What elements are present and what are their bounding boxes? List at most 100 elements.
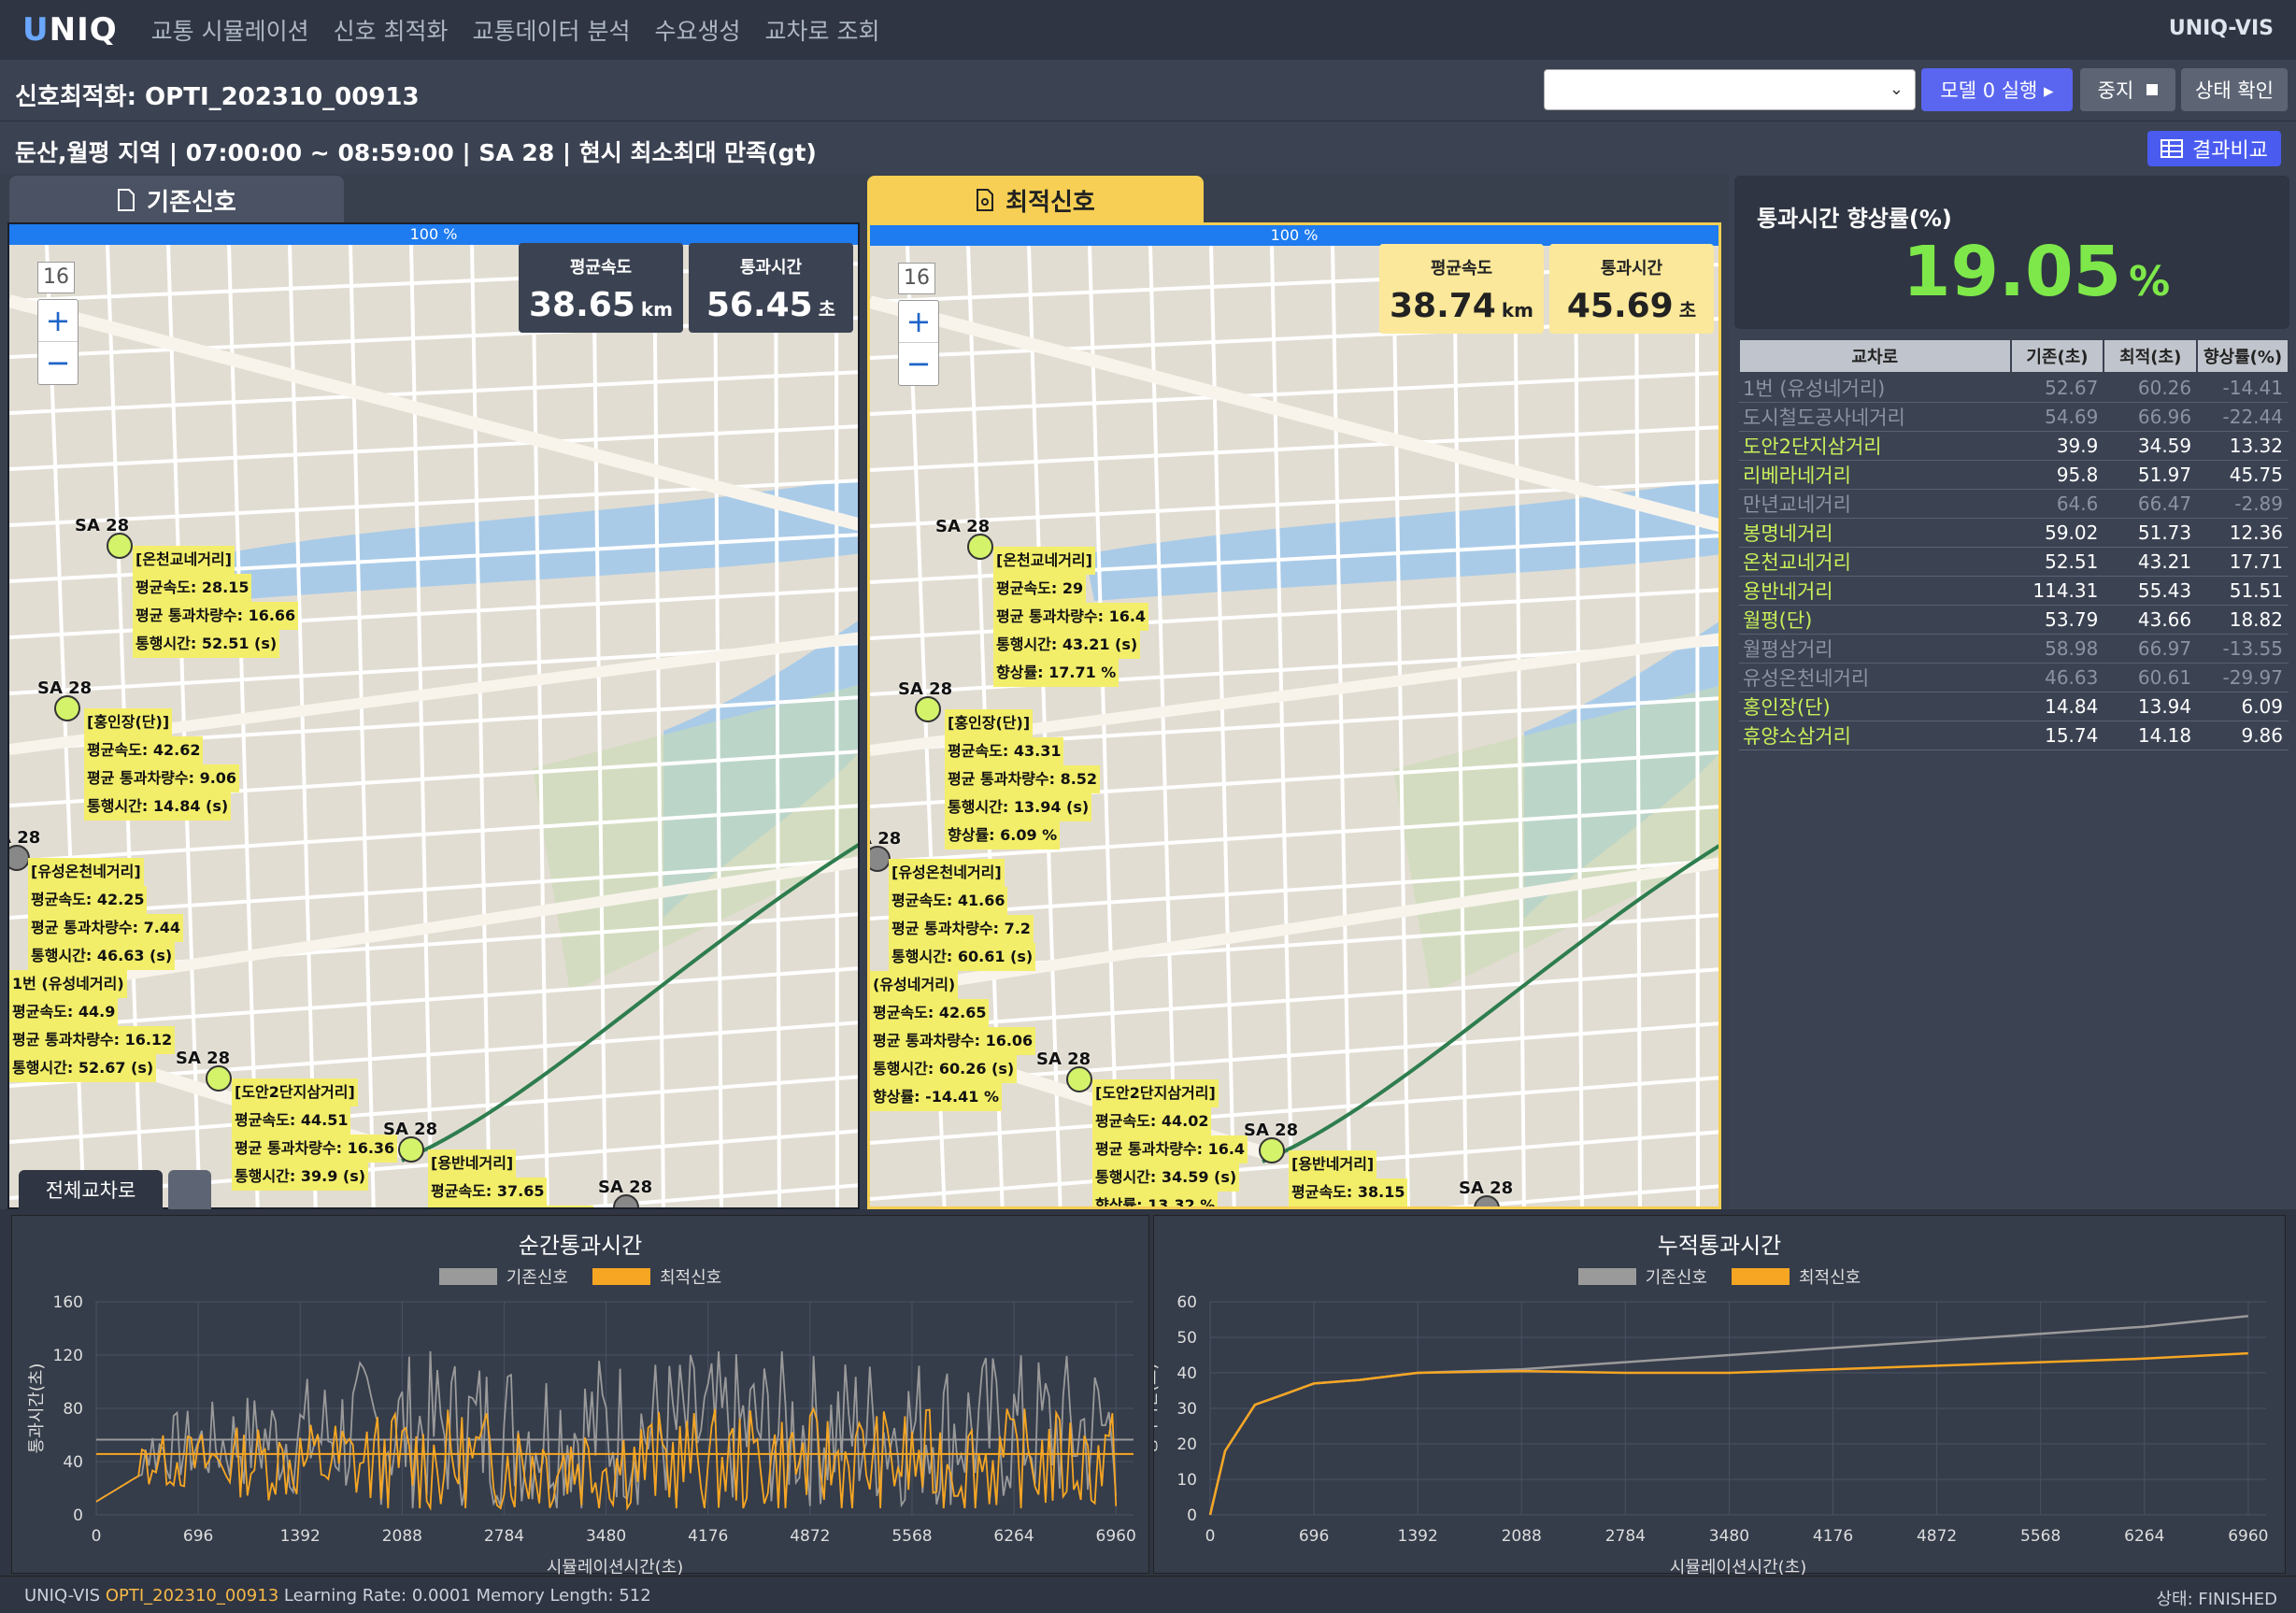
intersection-info: [홍인장(단)] 평균속도: 42.62 평균 통과차량수: 9.06 통행시간: 1…	[84, 708, 240, 821]
table-row[interactable]: 1번 (유성네거리) 52.67 60.26 -14.41	[1739, 373, 2289, 403]
intersection-stat: 평균 통과차량수: 16.36	[232, 1135, 398, 1163]
zoom-out-button[interactable]: −	[38, 342, 78, 384]
cell-base: 39.9	[2010, 431, 2104, 461]
cell-intersection: 1번 (유성네거리)	[1739, 373, 2011, 403]
intersection-sa-label: SA 28	[598, 1178, 653, 1197]
table-row[interactable]: 월평삼거리 58.98 66.97 -13.55	[1739, 634, 2289, 664]
x-axis-label: 시뮬레이션시간(초)	[547, 1558, 684, 1575]
app-logo[interactable]: UNIQ	[22, 11, 118, 49]
legend-item[interactable]: 기존신호	[1577, 1264, 1707, 1289]
intersection-marker[interactable]	[107, 533, 133, 559]
secondary-tab[interactable]	[168, 1170, 211, 1209]
menu-signal-optimization[interactable]: 신호 최적화	[334, 13, 449, 47]
intersection-info: [용반네거리]평균속도: 37.65평균 통과차량수: 22.89	[428, 1149, 594, 1207]
table-row[interactable]: 만년교네거리 64.6 66.47 -2.89	[1739, 489, 2289, 519]
table-row[interactable]: 월평(단) 53.79 43.66 18.82	[1739, 605, 2289, 635]
cell-base: 46.63	[2010, 663, 2104, 692]
tab-opt-label: 최적신호	[1005, 188, 1095, 217]
cell-opt: 66.97	[2103, 634, 2198, 664]
table-row[interactable]: 도시철도공사네거리 54.69 66.96 -22.44	[1739, 402, 2289, 432]
intersection-marker[interactable]	[54, 695, 80, 721]
cell-intersection: 휴양소삼거리	[1739, 721, 2011, 750]
intersection-stat: 평균속도: 44.51	[232, 1106, 351, 1135]
intersection-marker[interactable]	[915, 696, 941, 722]
intersection-marker[interactable]	[1259, 1137, 1285, 1163]
legend-swatch	[1577, 1268, 1636, 1285]
kpi-pass-time-value: 45.69	[1566, 287, 1674, 325]
intersection-stat: 통행시간: 60.61 (s)	[889, 943, 1036, 971]
table-row[interactable]: 온천교네거리 52.51 43.21 17.71	[1739, 547, 2289, 577]
improvement-value: 19.05%	[1903, 232, 2170, 312]
compare-results-button[interactable]: 결과비교	[2147, 131, 2281, 166]
menu-intersection-lookup[interactable]: 교차로 조회	[765, 13, 880, 47]
cell-opt: 51.73	[2103, 518, 2198, 548]
table-row[interactable]: 홍인장(단) 14.84 13.94 6.09	[1739, 692, 2289, 721]
stop-button[interactable]: 중지	[2080, 68, 2175, 111]
x-tick-label: 6264	[993, 1527, 1034, 1546]
zoom-out-button[interactable]: −	[899, 343, 938, 385]
legend-item[interactable]: 최적신호	[1732, 1264, 1861, 1289]
table-row[interactable]: 봉명네거리 59.02 51.73 12.36	[1739, 518, 2289, 548]
intersection-marker[interactable]	[967, 534, 993, 560]
cell-base: 54.69	[2010, 402, 2104, 432]
kpi-avg-speed: 평균속도 38.74 km	[1379, 244, 1544, 334]
intersection-info: [도안2단지삼거리] 평균속도: 44.02 평균 통과차량수: 16.4 통행시간:…	[1092, 1079, 1248, 1206]
intersection-stat: 평균속도: 37.65	[428, 1178, 548, 1206]
model-select[interactable]: ⌄	[1544, 69, 1916, 110]
cell-base: 15.74	[2010, 721, 2104, 750]
intersection-stat: 통행시간: 13.94 (s)	[945, 793, 1092, 821]
intersection-stat: 평균 통과차량수: 7.44	[28, 914, 184, 942]
stop-button-label: 중지	[2097, 79, 2134, 102]
kpi-pass-time-unit: 초	[818, 298, 836, 321]
instant-pass-time-chart: 0 40 80 120 160 0 696 1392 2088 2784 3480 4176 4872 5…	[11, 1215, 1149, 1575]
tab-base-signal[interactable]: 기존신호	[9, 176, 344, 224]
x-tick-label: 4872	[790, 1527, 830, 1546]
status-check-button[interactable]: 상태 확인	[2181, 68, 2288, 111]
intersection-name: [유성온천네거리]	[889, 859, 1005, 887]
intersection-stat: 평균속도: 42.65	[870, 999, 990, 1027]
optimized-signal-map[interactable]: 100 % 16 + − 평균속도 38.74 km 통과시간 45.69 초 SA…	[867, 222, 1721, 1209]
footer-opt-id: OPTI_202310_00913	[105, 1586, 279, 1606]
intersection-info: [용반네거리]평균속도: 38.15평균 통과차량수: 23.7통행시간: 55…	[1289, 1150, 1444, 1206]
kpi-avg-speed-unit: km	[1501, 299, 1533, 321]
y-tick-label: 120	[53, 1347, 83, 1365]
cell-intersection: 도안2단지삼거리	[1739, 431, 2011, 461]
x-tick-label: 6960	[1096, 1527, 1136, 1546]
intersection-marker[interactable]	[1066, 1066, 1092, 1092]
all-intersections-tab[interactable]: 전체교차로	[19, 1170, 163, 1209]
tab-optimized-signal[interactable]: 최적신호	[867, 176, 1204, 224]
table-row[interactable]: 리베라네거리 95.8 51.97 45.75	[1739, 460, 2289, 490]
scenario-info: 둔산,월평 지역 | 07:00:00 ~ 08:59:00 | SA 28 |…	[15, 139, 817, 166]
intersection-marker[interactable]	[398, 1136, 424, 1163]
y-tick-label: 50	[1177, 1329, 1197, 1348]
zoom-in-button[interactable]: +	[38, 300, 78, 342]
zoom-level: 16	[37, 262, 75, 293]
intersection-name: [홍인장(단)]	[945, 709, 1034, 737]
cell-opt: 55.43	[2103, 576, 2198, 606]
kpi-avg-speed-value: 38.65	[528, 286, 635, 324]
table-row[interactable]: 휴양소삼거리 15.74 14.18 9.86	[1739, 721, 2289, 750]
menu-traffic-simulation[interactable]: 교통 시뮬레이션	[151, 13, 309, 47]
base-signal-map[interactable]: 100 % 16 + − 평균속도 38.65 km 통과시간 56.45 초 SA…	[7, 222, 860, 1209]
legend-item[interactable]: 기존신호	[438, 1264, 568, 1289]
intersection-sa-label: SA 28	[1459, 1178, 1514, 1198]
x-tick-label: 1392	[1398, 1527, 1438, 1546]
legend-item[interactable]: 최적신호	[592, 1264, 721, 1289]
intersection-sa-label: SA 28	[935, 517, 991, 536]
kpi-pass-time-label: 통과시간	[1600, 259, 1663, 278]
table-row[interactable]: 도안2단지삼거리 39.9 34.59 13.32	[1739, 431, 2289, 461]
table-row[interactable]: 유성온천네거리 46.63 60.61 -29.97	[1739, 663, 2289, 692]
cell-opt: 43.66	[2103, 605, 2198, 635]
menu-traffic-data-analysis[interactable]: 교통데이터 분석	[473, 13, 631, 47]
y-tick-label: 30	[1177, 1400, 1197, 1419]
intersection-marker[interactable]	[206, 1065, 232, 1092]
table-row[interactable]: 용반네거리 114.31 55.43 51.51	[1739, 576, 2289, 606]
intersection-stat: 통행시간: 52.67 (s)	[9, 1054, 157, 1082]
run-model-button[interactable]: 모델 0 실행 ▸	[1921, 68, 2073, 111]
intersection-stat: 평균속도: 38.15	[1289, 1178, 1408, 1206]
menu-demand-generation[interactable]: 수요생성	[654, 13, 740, 47]
zoom-in-button[interactable]: +	[899, 301, 938, 343]
cell-rate: -14.41	[2197, 373, 2289, 403]
cell-opt: 34.59	[2103, 431, 2198, 461]
legend-label: 기존신호	[1645, 1268, 1707, 1288]
